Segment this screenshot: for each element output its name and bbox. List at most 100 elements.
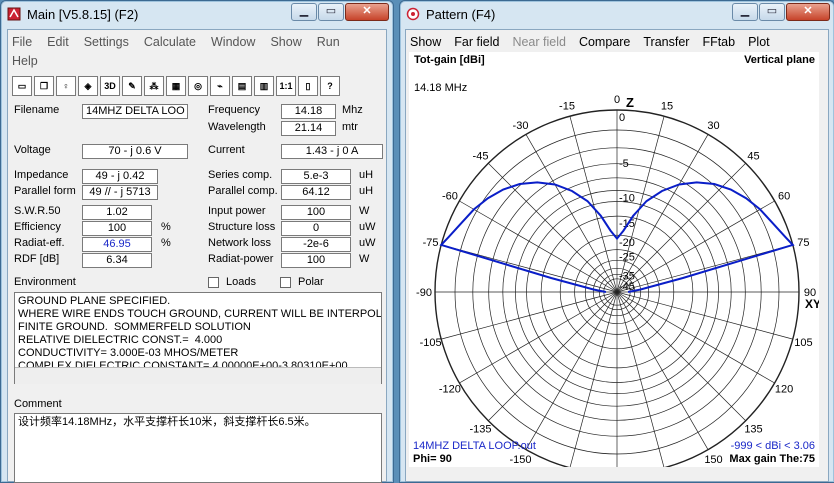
angle-tick-label: -60	[442, 191, 458, 203]
menu-settings[interactable]: Settings	[84, 33, 129, 52]
menu-edit[interactable]: Edit	[47, 33, 69, 52]
impedance-field[interactable]: 49 - j 0.42	[82, 169, 158, 184]
menu-file[interactable]: File	[12, 33, 32, 52]
grid-spoke	[616, 134, 709, 293]
environment-hscrollbar[interactable]	[15, 367, 381, 384]
voltage-field[interactable]: 70 - j 0.6 V	[82, 144, 188, 159]
close-button[interactable]: ✕	[786, 3, 830, 21]
ratio-icon[interactable]: 1:1	[276, 76, 296, 96]
close-button[interactable]: ✕	[345, 3, 389, 21]
filename-field[interactable]: 14MHZ DELTA LOO	[82, 104, 188, 119]
pattern-client: Show Far field Near field Compare Transfer FF…	[405, 29, 829, 483]
current-label: Current	[208, 144, 245, 156]
swr-field[interactable]: 1.02	[82, 205, 152, 220]
menu-show[interactable]: Show	[270, 33, 301, 52]
pattern-menubar: Show Far field Near field Compare Transfer FF…	[406, 30, 828, 52]
current-field[interactable]: 1.43 - j 0 A	[281, 144, 383, 159]
angle-tick-label: -30	[513, 120, 529, 132]
input-power-unit: W	[359, 205, 370, 217]
menu-run[interactable]: Run	[317, 33, 340, 52]
target-icon[interactable]: ◎	[188, 76, 208, 96]
angle-tick-label: 75	[797, 237, 809, 249]
minimize-button[interactable]: ▁	[291, 3, 317, 21]
grid-spoke	[616, 200, 775, 293]
grid-spoke	[616, 291, 665, 468]
menu-near-field[interactable]: Near field	[512, 33, 566, 52]
main-menubar: File Edit Settings Calculate Window Show Run He…	[8, 30, 386, 71]
menu-calculate[interactable]: Calculate	[144, 33, 196, 52]
menu-transfer[interactable]: Transfer	[643, 33, 689, 52]
radiat-eff-field[interactable]: 46.95	[82, 237, 152, 252]
polar-chart: 0153045607590105120135150165180-165-150-…	[416, 94, 821, 483]
grid-spoke	[488, 163, 618, 293]
polar-label: Polar	[298, 276, 324, 288]
impedance-label: Impedance	[14, 169, 69, 181]
app-icon	[7, 7, 21, 21]
structure-loss-label: Structure loss	[208, 221, 276, 233]
book-icon[interactable]: ▯	[298, 76, 318, 96]
wavelength-field[interactable]: 21.14	[281, 121, 336, 136]
angle-tick-label: 105	[794, 337, 812, 349]
grid-icon[interactable]: ▦	[166, 76, 186, 96]
parallel-form-field[interactable]: 49 // - j 5713	[82, 185, 158, 200]
loads-checkbox[interactable]	[208, 277, 219, 288]
radiat-power-field[interactable]: 100	[281, 253, 351, 268]
network-loss-label: Network loss	[208, 237, 271, 249]
minimize-button[interactable]: ▁	[732, 3, 758, 21]
rdf-field[interactable]: 6.34	[82, 253, 152, 268]
current-icon[interactable]: ♀	[56, 76, 76, 96]
grid-spoke	[569, 116, 618, 293]
main-toolbar: ▭ ❐ ♀ ◈ 3D ✎ ⁂ ▦ ◎ ⌁ ▤ ▥ 1:1 ▯?	[8, 73, 386, 99]
menu-window[interactable]: Window	[211, 33, 255, 52]
efficiency-label: Efficiency	[14, 221, 61, 233]
polar-checkbox[interactable]	[280, 277, 291, 288]
grid-spoke	[525, 134, 618, 293]
wavelength-label: Wavelength	[208, 121, 266, 133]
grid-spoke	[459, 200, 618, 293]
help-icon[interactable]: ?	[320, 76, 340, 96]
structure-loss-unit: uW	[359, 221, 376, 233]
wavelength-unit: mtr	[342, 121, 358, 133]
table-icon[interactable]: ▥	[254, 76, 274, 96]
input-power-field[interactable]: 100	[281, 205, 351, 220]
maximize-button[interactable]: ▭	[759, 3, 785, 21]
radiat-eff-unit: %	[161, 237, 171, 249]
wire-icon[interactable]: ⌁	[210, 76, 230, 96]
input-power-label: Input power	[208, 205, 266, 217]
parallel-comp-field[interactable]: 64.12	[281, 185, 351, 200]
series-comp-field[interactable]: 5.e-3	[281, 169, 351, 184]
pattern-icon[interactable]: ⁂	[144, 76, 164, 96]
efficiency-field[interactable]: 100	[82, 221, 152, 236]
parallel-form-label: Parallel form	[14, 185, 76, 197]
menu-far-field[interactable]: Far field	[454, 33, 499, 52]
menu-fftab[interactable]: FFtab	[702, 33, 735, 52]
radial-tick-label: -10	[619, 192, 635, 204]
series-comp-label: Series comp.	[208, 169, 273, 181]
edit-icon[interactable]: ✎	[122, 76, 142, 96]
menu-plot[interactable]: Plot	[748, 33, 770, 52]
open-folder-icon[interactable]: ▭	[12, 76, 32, 96]
frequency-field[interactable]: 14.18	[281, 104, 336, 119]
network-loss-field[interactable]: -2e-6	[281, 237, 351, 252]
angle-tick-label: -120	[439, 384, 461, 396]
3d-icon[interactable]: 3D	[100, 76, 120, 96]
calculator-icon[interactable]: ▤	[232, 76, 252, 96]
grid-spoke	[616, 163, 746, 293]
comment-textarea[interactable]: 设计频率14.18MHz，水平支撑杆长10米，斜支撑杆长6.5米。	[14, 413, 382, 483]
menu-show[interactable]: Show	[410, 33, 441, 52]
parallel-comp-label: Parallel comp.	[208, 185, 278, 197]
radiat-power-unit: W	[359, 253, 370, 265]
angle-tick-label: -75	[423, 237, 439, 249]
frequency-label: Frequency	[208, 104, 260, 116]
plot-plane-label: Vertical plane	[744, 54, 815, 66]
menu-help[interactable]: Help	[12, 52, 38, 71]
efficiency-unit: %	[161, 221, 171, 233]
series-comp-unit: uH	[359, 169, 374, 181]
menu-compare[interactable]: Compare	[579, 33, 630, 52]
copy-icon[interactable]: ❐	[34, 76, 54, 96]
angle-tick-label: -45	[473, 151, 489, 163]
maximize-button[interactable]: ▭	[318, 3, 344, 21]
cube-icon[interactable]: ◈	[78, 76, 98, 96]
structure-loss-field[interactable]: 0	[281, 221, 351, 236]
angle-tick-label: -135	[469, 424, 491, 436]
